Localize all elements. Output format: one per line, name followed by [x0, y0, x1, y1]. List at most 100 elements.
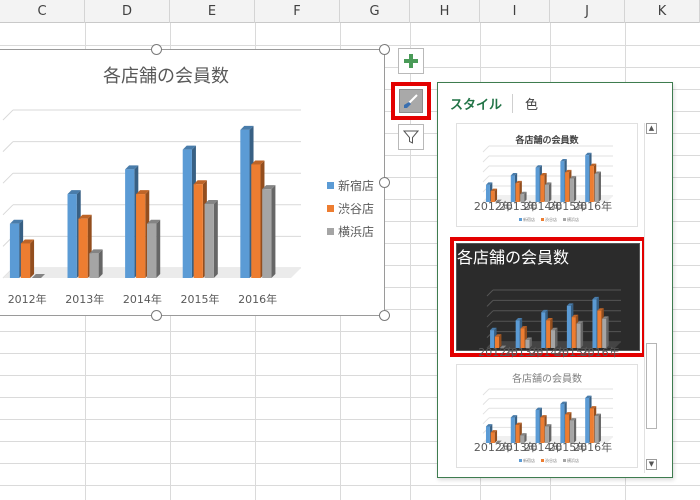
- bar-side: [598, 171, 601, 202]
- legend-item[interactable]: 渋谷店: [327, 197, 374, 220]
- bar-渋谷店[interactable]: [565, 172, 570, 202]
- resize-handle-bottom-right[interactable]: [379, 310, 390, 321]
- column-header-G[interactable]: G: [340, 0, 410, 23]
- x-axis-label: 2016年: [573, 440, 612, 454]
- chart-styles-button-highlight: [391, 82, 431, 120]
- mini-legend-label: 新宿店: [523, 457, 535, 463]
- mini-legend-swatch: [519, 218, 522, 221]
- column-header-H[interactable]: H: [410, 0, 480, 23]
- bar-新宿店[interactable]: [585, 155, 590, 202]
- bar-新宿店[interactable]: [240, 129, 250, 278]
- bar-渋谷店[interactable]: [193, 184, 203, 278]
- style-thumbnail-2[interactable]: 各店舗の会員数 2012年2013年2014年2015年2016年新宿店渋谷店横…: [456, 243, 640, 369]
- paintbrush-icon: [404, 94, 418, 108]
- bar-渋谷店[interactable]: [78, 218, 88, 278]
- bar-side: [598, 413, 601, 443]
- x-axis-label: 2012年: [8, 292, 47, 306]
- legend-label: 渋谷店: [338, 202, 375, 216]
- bar-新宿店[interactable]: [515, 320, 520, 348]
- column-header-J[interactable]: J: [550, 0, 625, 23]
- bar-渋谷店[interactable]: [546, 320, 551, 348]
- scroll-down-arrow-icon[interactable]: ▼: [646, 459, 657, 470]
- bar-横浜店[interactable]: [602, 318, 607, 348]
- column-header-K[interactable]: K: [625, 0, 700, 23]
- chart-styles-button[interactable]: [399, 89, 423, 113]
- bar-新宿店[interactable]: [510, 417, 515, 444]
- column-header-C[interactable]: C: [0, 0, 85, 23]
- bar-side: [98, 249, 103, 278]
- bar-新宿店[interactable]: [182, 149, 192, 278]
- gridline-depth: [486, 289, 494, 297]
- gridline-depth: [2, 141, 14, 152]
- style-thumbnail-1[interactable]: 各店舗の会員数 2012年 2013年 2014年 2015年 2016年 新宿店 渋谷店横…: [456, 123, 638, 227]
- bar-新宿店[interactable]: [585, 398, 590, 443]
- thumbnail-title: 各店舗の会員数: [457, 248, 570, 267]
- legend-item[interactable]: 新宿店: [327, 174, 374, 197]
- column-header-D[interactable]: D: [85, 0, 170, 23]
- mini-legend-label: 渋谷店: [545, 216, 557, 222]
- bar-渋谷店[interactable]: [251, 164, 261, 278]
- bar-新宿店[interactable]: [535, 167, 540, 202]
- bar-side: [156, 219, 161, 278]
- bar-新宿店[interactable]: [560, 404, 565, 443]
- bar-新宿店[interactable]: [510, 175, 515, 202]
- legend-label: 新宿店: [338, 179, 375, 193]
- bar-新宿店[interactable]: [9, 223, 20, 278]
- bar-渋谷店[interactable]: [540, 417, 545, 444]
- style-thumbnail-3[interactable]: 各店舗の会員数 2012年 2013年 2014年 2015年 2016年 新宿店 渋谷店横…: [456, 364, 638, 468]
- chart-legend[interactable]: 新宿店 渋谷店 横浜店: [327, 174, 374, 243]
- mini-legend-label: 渋谷店: [545, 457, 557, 463]
- bar-渋谷店[interactable]: [565, 414, 570, 444]
- bar-新宿店[interactable]: [535, 410, 540, 443]
- scroll-up-arrow-icon[interactable]: ▲: [646, 123, 657, 134]
- thumbnail-title: 各店舗の会員数: [512, 374, 582, 385]
- resize-handle-top-right[interactable]: [379, 44, 390, 55]
- panel-scrollbar[interactable]: ▲ ▼: [644, 123, 658, 473]
- bar-渋谷店[interactable]: [20, 243, 31, 278]
- mini-legend-label: 横浜店: [567, 216, 579, 222]
- bar-横浜店[interactable]: [262, 189, 272, 278]
- tab-style[interactable]: スタイル: [450, 93, 514, 113]
- bar-渋谷店[interactable]: [136, 194, 146, 278]
- legend-swatch: [327, 182, 334, 189]
- bar-side: [606, 316, 609, 348]
- bar-横浜店[interactable]: [89, 253, 99, 278]
- chart-filters-button[interactable]: [398, 124, 424, 150]
- chart-object[interactable]: 各店舗の会員数 2012年 2013年 2014年 2015年 2016年 新宿店 渋谷店…: [0, 49, 385, 316]
- bar-渋谷店[interactable]: [589, 166, 594, 202]
- mini-legend-swatch: [541, 218, 544, 221]
- gridline-depth: [486, 310, 494, 318]
- bar-横浜店[interactable]: [569, 420, 574, 444]
- bar-横浜店[interactable]: [569, 178, 574, 202]
- mini-legend-label: 新宿店: [523, 216, 535, 222]
- legend-item[interactable]: 横浜店: [327, 220, 374, 243]
- bar-横浜店[interactable]: [576, 323, 581, 348]
- bar-新宿店[interactable]: [592, 299, 597, 348]
- bar-横浜店[interactable]: [147, 223, 157, 278]
- resize-handle-bottom-center[interactable]: [151, 310, 162, 321]
- x-axis-label: 2013年: [65, 292, 104, 306]
- bar-新宿店[interactable]: [566, 305, 571, 348]
- resize-handle-top-center[interactable]: [151, 44, 162, 55]
- bar-横浜店[interactable]: [204, 203, 214, 278]
- bar-渋谷店[interactable]: [571, 317, 576, 348]
- bar-渋谷店[interactable]: [597, 310, 602, 348]
- bar-渋谷店[interactable]: [540, 175, 545, 202]
- column-header-I[interactable]: I: [480, 0, 550, 23]
- bar-渋谷店[interactable]: [589, 408, 594, 444]
- tab-color[interactable]: 色: [513, 94, 538, 113]
- resize-handle-middle-right[interactable]: [379, 177, 390, 188]
- bar-新宿店[interactable]: [125, 169, 135, 278]
- column-header-E[interactable]: E: [170, 0, 255, 23]
- chart-elements-button[interactable]: [398, 48, 424, 74]
- scrollbar-thumb[interactable]: [646, 343, 657, 429]
- bar-横浜店[interactable]: [594, 416, 599, 443]
- bar-新宿店[interactable]: [560, 161, 565, 202]
- bar-新宿店[interactable]: [67, 194, 77, 278]
- bar-横浜店[interactable]: [594, 173, 599, 202]
- column-header-F[interactable]: F: [255, 0, 340, 23]
- bar-side: [271, 185, 276, 278]
- bar-新宿店[interactable]: [541, 312, 546, 348]
- gridline-depth: [2, 204, 14, 216]
- legend-label: 横浜店: [338, 225, 375, 239]
